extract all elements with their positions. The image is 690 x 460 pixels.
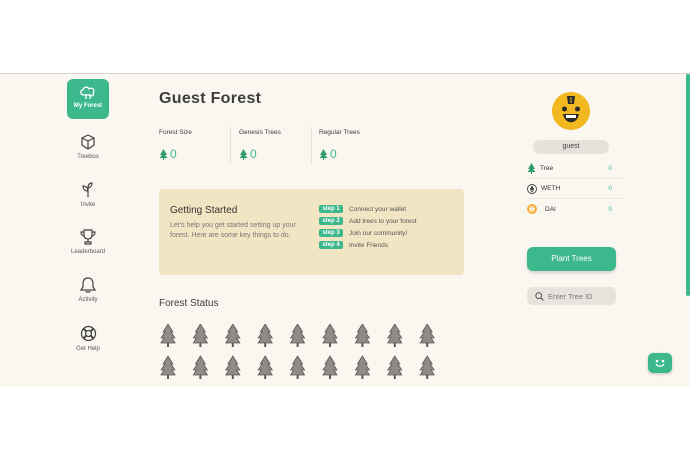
sidebar-item-label: Leaderboard xyxy=(70,249,106,255)
step-text: Add trees to your forest xyxy=(349,217,417,225)
step-badge: step 2 xyxy=(319,217,343,225)
sidebar-item-leaderboard[interactable]: Leaderboard xyxy=(67,229,109,255)
token-row-tree: Tree 0 xyxy=(527,159,624,179)
tree-token[interactable] xyxy=(387,324,403,347)
tree-token[interactable] xyxy=(419,355,435,379)
getting-started-card: Getting Started Let's help you get start… xyxy=(159,189,464,275)
step-item[interactable]: step 2 Add trees to your forest xyxy=(319,215,417,227)
stat-value: 0 xyxy=(330,147,337,161)
step-badge: step 1 xyxy=(319,205,343,213)
sidebar-item-label: Invite xyxy=(80,202,96,208)
tree-token[interactable] xyxy=(257,355,273,379)
sidebar-item-treebox[interactable]: Treebox xyxy=(67,134,109,160)
tree-token[interactable] xyxy=(419,324,435,347)
divider xyxy=(230,127,231,163)
sidebar-item-invite[interactable]: Invite xyxy=(67,181,109,208)
tree-token[interactable] xyxy=(289,355,306,379)
token-row-weth: WETH 0 xyxy=(527,179,624,199)
tree-token[interactable] xyxy=(160,324,176,347)
stat-value: 0 xyxy=(250,147,257,161)
sidebar-item-label: Treebox xyxy=(77,154,99,160)
tree-token[interactable] xyxy=(225,324,241,347)
avatar-face-icon xyxy=(552,92,590,130)
tree-token[interactable] xyxy=(322,324,338,347)
tree-token[interactable] xyxy=(354,324,371,347)
sidebar-item-get-help[interactable]: Get Help xyxy=(67,325,109,352)
step-text: Invite Friends xyxy=(349,241,389,249)
stat-value: 0 xyxy=(170,147,177,161)
stat-regular-trees: Regular Trees 0 xyxy=(319,129,360,161)
tree-token[interactable] xyxy=(322,355,338,379)
tree-token[interactable] xyxy=(257,324,273,347)
plant-trees-button[interactable]: Plant Trees xyxy=(527,247,616,271)
divider xyxy=(311,127,312,163)
chat-icon xyxy=(655,359,665,367)
stat-label: Genesis Trees xyxy=(239,129,281,136)
tree-token[interactable] xyxy=(354,355,371,379)
token-name: DAI xyxy=(545,205,556,213)
page-title: Guest Forest xyxy=(159,90,262,107)
token-name: Tree xyxy=(540,165,554,172)
tree-token[interactable] xyxy=(387,355,403,379)
avatar[interactable] xyxy=(552,92,590,130)
forest-icon xyxy=(80,86,95,99)
sidebar-item-label: Get Help xyxy=(76,346,100,352)
stat-label: Regular Trees xyxy=(319,129,360,136)
step-text: Join our community! xyxy=(349,229,408,237)
step-badge: step 3 xyxy=(319,229,343,237)
token-value: 0 xyxy=(608,165,612,172)
sprout-icon xyxy=(82,182,93,197)
scrollbar[interactable] xyxy=(686,74,690,296)
bell-icon xyxy=(80,277,96,293)
forest-status-title: Forest Status xyxy=(159,298,219,309)
step-item[interactable]: step 3 Join our community! xyxy=(319,227,417,239)
ethereum-icon xyxy=(527,183,537,194)
tree-icon xyxy=(319,148,328,160)
stat-label: Forest Size xyxy=(159,129,192,136)
tree-id-input[interactable] xyxy=(548,291,614,301)
tree-icon xyxy=(239,148,248,160)
step-item[interactable]: step 4 Invite Friends xyxy=(319,239,417,251)
tree-token[interactable] xyxy=(192,324,209,347)
sidebar-item-label: Activity xyxy=(78,297,98,303)
tree-token[interactable] xyxy=(289,324,306,347)
stat-forest-size: Forest Size 0 xyxy=(159,129,192,161)
trophy-icon xyxy=(80,229,96,245)
token-value: 0 xyxy=(608,185,612,192)
tree-id-search[interactable] xyxy=(527,287,616,305)
step-item[interactable]: step 1 Connect your wallet xyxy=(319,203,417,215)
search-icon xyxy=(535,291,544,301)
step-badge: step 4 xyxy=(319,241,343,249)
sidebar-item-label: My Forest xyxy=(73,103,103,109)
tree-token[interactable] xyxy=(160,355,176,379)
lifebuoy-icon xyxy=(80,325,96,342)
step-text: Connect your wallet xyxy=(349,205,407,213)
token-name: WETH xyxy=(541,185,561,192)
tree-icon xyxy=(527,163,536,174)
sidebar-item-my-forest[interactable]: My Forest xyxy=(67,79,109,119)
token-value: 0 xyxy=(608,205,612,213)
sidebar-item-activity[interactable]: Activity xyxy=(67,277,109,303)
chat-support-button[interactable] xyxy=(648,353,672,373)
tree-token[interactable] xyxy=(225,355,241,379)
steps-list: step 1 Connect your wallet step 2 Add tr… xyxy=(319,203,417,251)
forest-grid xyxy=(160,324,435,379)
tree-token[interactable] xyxy=(192,355,209,379)
app-window: My Forest Treebox Invite Leaderboard Act… xyxy=(0,73,690,387)
username-badge: guest xyxy=(533,140,609,154)
getting-started-title: Getting Started xyxy=(170,205,238,216)
stat-genesis-trees: Genesis Trees 0 xyxy=(239,129,281,161)
box-icon xyxy=(81,134,95,150)
dai-icon xyxy=(527,204,537,214)
getting-started-description: Let's help you get started setting up yo… xyxy=(170,222,296,239)
token-row-dai: DAI 0 xyxy=(527,199,624,219)
tree-icon xyxy=(159,148,168,160)
